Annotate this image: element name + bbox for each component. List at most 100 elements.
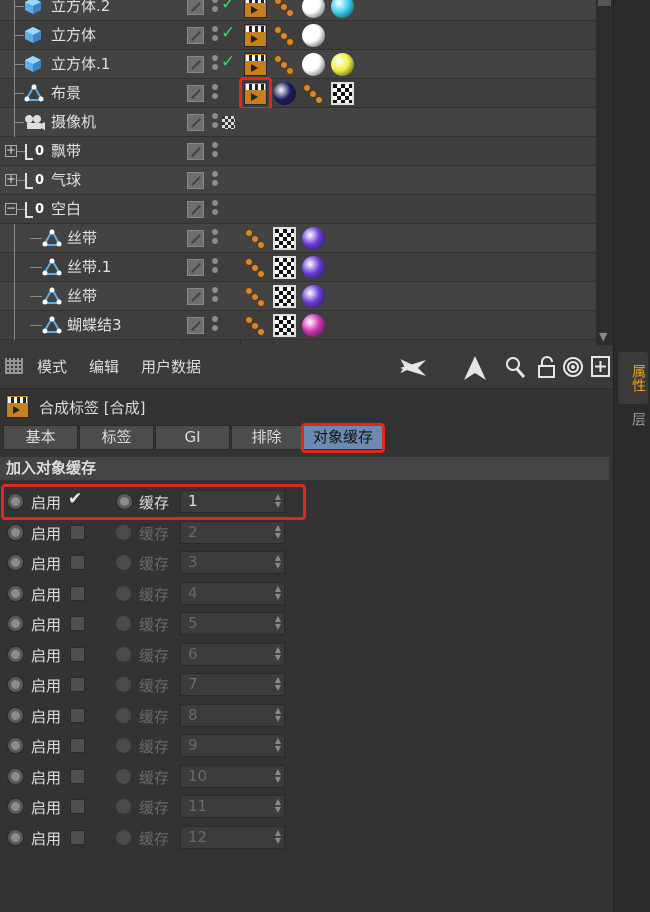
spinner-icon[interactable]: ▲ ▼: [275, 676, 281, 692]
spinner-icon[interactable]: ▲ ▼: [275, 615, 281, 631]
object-name[interactable]: 丝带.1: [67, 256, 111, 278]
object-row[interactable]: 布景: [0, 77, 596, 110]
texture-tag-icon[interactable]: [273, 256, 296, 279]
object-row[interactable]: +0 飘带: [0, 137, 596, 166]
object-name[interactable]: 立方体.1: [51, 53, 110, 75]
buffer-radio[interactable]: [116, 829, 131, 845]
buffer-field[interactable]: 4 ▲ ▼: [180, 581, 285, 605]
compositing-tag-icon[interactable]: [244, 24, 267, 47]
material-tag-icon[interactable]: [331, 53, 354, 76]
expand-icon[interactable]: −: [5, 202, 17, 215]
scroll-down-icon[interactable]: ▼: [599, 330, 607, 343]
visibility-dots-icon[interactable]: [212, 53, 218, 76]
object-manager-scrollbar[interactable]: ▼: [596, 0, 613, 345]
tab-layers[interactable]: 层: [618, 404, 648, 434]
camera-target-tag-icon[interactable]: [222, 116, 235, 129]
spinner-icon[interactable]: ▲ ▼: [275, 554, 281, 570]
texture-tag-icon[interactable]: [273, 285, 296, 308]
object-row[interactable]: 丝带.1: [0, 253, 596, 282]
phong-tag-icon[interactable]: [273, 53, 295, 76]
enable-radio[interactable]: [7, 676, 24, 693]
buffer-field[interactable]: 8 ▲ ▼: [180, 703, 285, 727]
layer-toggle-icon[interactable]: [187, 317, 204, 334]
up-arrow-icon[interactable]: [464, 356, 486, 380]
material-tag-icon[interactable]: [302, 256, 325, 279]
spinner-icon[interactable]: ▲ ▼: [275, 737, 281, 753]
buffer-radio[interactable]: [116, 585, 131, 601]
compositing-tag-icon[interactable]: [244, 53, 267, 76]
phong-tag-icon[interactable]: [244, 227, 266, 250]
phong-tag-icon[interactable]: [244, 314, 266, 337]
object-name[interactable]: 摄像机: [51, 111, 96, 133]
enable-radio[interactable]: [7, 767, 24, 785]
menu-user-data[interactable]: 用户数据: [141, 356, 201, 377]
layer-toggle-icon[interactable]: [187, 114, 204, 131]
layer-toggle-icon[interactable]: [187, 201, 204, 218]
buffer-radio[interactable]: [116, 768, 131, 784]
enable-radio[interactable]: [7, 645, 24, 663]
spinner-icon[interactable]: ▲ ▼: [275, 645, 281, 662]
object-row[interactable]: 立方体 ✓: [0, 21, 596, 50]
object-name[interactable]: 丝带: [67, 227, 97, 249]
enable-radio[interactable]: [7, 737, 24, 754]
object-row[interactable]: 立方体.1 ✓: [0, 50, 596, 79]
enable-radio[interactable]: [7, 615, 24, 632]
new-panel-icon[interactable]: [591, 356, 611, 378]
target-icon[interactable]: [562, 356, 584, 378]
buffer-radio[interactable]: [116, 677, 131, 692]
object-row[interactable]: 立方体.2 ✓: [0, 0, 596, 21]
layer-toggle-icon[interactable]: [187, 27, 204, 44]
enable-checkbox[interactable]: [70, 646, 85, 662]
enable-checkbox[interactable]: [70, 677, 85, 692]
enable-radio[interactable]: [7, 706, 24, 724]
visibility-dots-icon[interactable]: [212, 285, 218, 308]
object-name[interactable]: 空白: [51, 198, 81, 220]
material-tag-icon[interactable]: [302, 24, 325, 47]
enable-checkbox[interactable]: [70, 829, 85, 845]
object-name[interactable]: 立方体: [51, 24, 96, 46]
object-name[interactable]: 飘带: [51, 140, 81, 162]
buffer-radio[interactable]: [116, 524, 131, 540]
material-tag-icon[interactable]: [302, 227, 325, 250]
spinner-icon[interactable]: ▲ ▼: [275, 523, 281, 540]
lock-icon[interactable]: [538, 356, 556, 378]
spinner-icon[interactable]: ▲ ▼: [275, 706, 281, 723]
material-tag-icon[interactable]: [302, 0, 325, 18]
grip-icon[interactable]: [5, 358, 23, 374]
tab-3[interactable]: GI: [155, 425, 230, 450]
buffer-field[interactable]: 11 ▲ ▼: [180, 795, 285, 818]
enable-checkbox[interactable]: [70, 768, 85, 784]
search-icon[interactable]: [505, 356, 525, 378]
object-row[interactable]: − 0 空白: [0, 195, 596, 224]
layer-toggle-icon[interactable]: [187, 259, 204, 276]
enabled-check-icon[interactable]: ✓: [221, 23, 235, 43]
object-row[interactable]: 丝带: [0, 224, 596, 253]
object-name[interactable]: 丝带: [67, 285, 97, 307]
expand-icon[interactable]: +: [5, 173, 17, 186]
layer-toggle-icon[interactable]: [187, 288, 204, 305]
enabled-check-icon[interactable]: ✓: [221, 0, 235, 14]
object-row[interactable]: +0 气球: [0, 166, 596, 195]
visibility-dots-icon[interactable]: [212, 169, 218, 192]
enable-checkbox[interactable]: [70, 707, 85, 723]
spinner-icon[interactable]: ▲ ▼: [275, 767, 281, 784]
enable-checkbox[interactable]: [70, 585, 85, 601]
texture-tag-icon[interactable]: [273, 314, 296, 337]
buffer-radio[interactable]: [116, 616, 131, 631]
visibility-dots-icon[interactable]: [212, 227, 218, 250]
visibility-dots-icon[interactable]: [212, 111, 218, 134]
enable-checkbox[interactable]: [70, 524, 85, 540]
layer-toggle-icon[interactable]: [187, 143, 204, 160]
phong-tag-icon[interactable]: [273, 0, 295, 18]
enable-radio[interactable]: [7, 584, 24, 602]
object-name[interactable]: 布景: [51, 82, 81, 104]
visibility-dots-icon[interactable]: [212, 0, 218, 18]
buffer-field[interactable]: 5 ▲ ▼: [180, 612, 285, 635]
phong-tag-icon[interactable]: [302, 82, 324, 105]
visibility-dots-icon[interactable]: [212, 198, 218, 221]
buffer-field[interactable]: 12 ▲ ▼: [180, 825, 285, 849]
visibility-dots-icon[interactable]: [212, 256, 218, 279]
buffer-field[interactable]: 3 ▲ ▼: [180, 551, 285, 574]
tab-1[interactable]: 基本: [3, 425, 78, 450]
material-tag-icon[interactable]: [273, 82, 296, 105]
